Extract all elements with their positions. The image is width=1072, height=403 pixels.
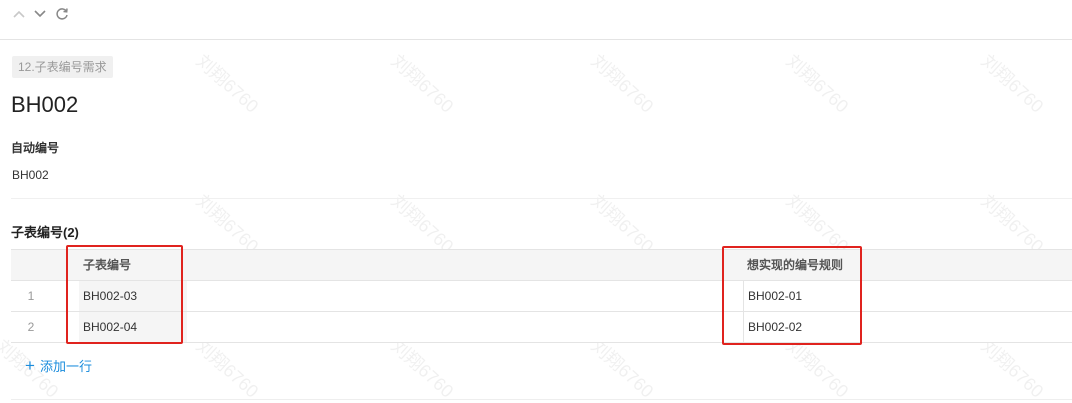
watermark: 刘翔6760 — [387, 50, 458, 117]
table-row[interactable]: 1 BH002-03 BH002-01 — [11, 281, 1072, 312]
column-header-desired-rule: 想实现的编号规则 — [747, 258, 844, 272]
refresh-icon[interactable] — [54, 6, 70, 22]
row-index: 2 — [27, 320, 35, 334]
watermark: 刘翔6760 — [977, 50, 1048, 117]
add-row-label: 添加一行 — [39, 359, 92, 374]
cell-sub-number[interactable]: BH002-03 — [79, 281, 187, 311]
table-row[interactable]: 2 BH002-04 BH002-02 — [11, 312, 1072, 343]
subtable-title: 子表编号(2) — [11, 225, 79, 240]
watermark: 刘翔6760 — [192, 335, 263, 402]
form-tag: 12.子表编号需求 — [12, 56, 113, 78]
watermark: 刘翔6760 — [192, 50, 263, 117]
table-header-row: 子表编号 想实现的编号规则 — [11, 250, 1072, 281]
column-header-sub-number: 子表编号 — [83, 258, 132, 272]
row-index: 1 — [27, 289, 35, 303]
watermark: 刘翔6760 — [387, 335, 458, 402]
add-row-button[interactable]: + 添加一行 — [25, 356, 92, 375]
cell-sub-number[interactable]: BH002-04 — [79, 312, 187, 342]
divider — [11, 198, 1072, 199]
page-title: BH002 — [11, 92, 79, 117]
watermark: 刘翔6760 — [782, 50, 853, 117]
chevron-up-icon[interactable] — [11, 6, 27, 22]
cell-desired-rule[interactable]: BH002-02 — [743, 312, 864, 342]
watermark: 刘翔6760 — [587, 50, 658, 117]
cell-desired-rule[interactable]: BH002-01 — [743, 281, 864, 311]
watermark: 刘翔6760 — [587, 335, 658, 402]
watermark: 刘翔6760 — [977, 335, 1048, 402]
field-value-auto-number: BH002 — [12, 168, 49, 182]
field-label-auto-number: 自动编号 — [11, 141, 60, 155]
subtable: 子表编号 想实现的编号规则 1 BH002-03 BH002-01 2 BH00… — [11, 249, 1072, 343]
record-toolbar — [0, 0, 1072, 40]
chevron-down-icon[interactable] — [32, 6, 48, 22]
plus-icon: + — [25, 355, 35, 375]
watermark: 刘翔6760 — [782, 335, 853, 402]
divider — [11, 399, 1072, 400]
